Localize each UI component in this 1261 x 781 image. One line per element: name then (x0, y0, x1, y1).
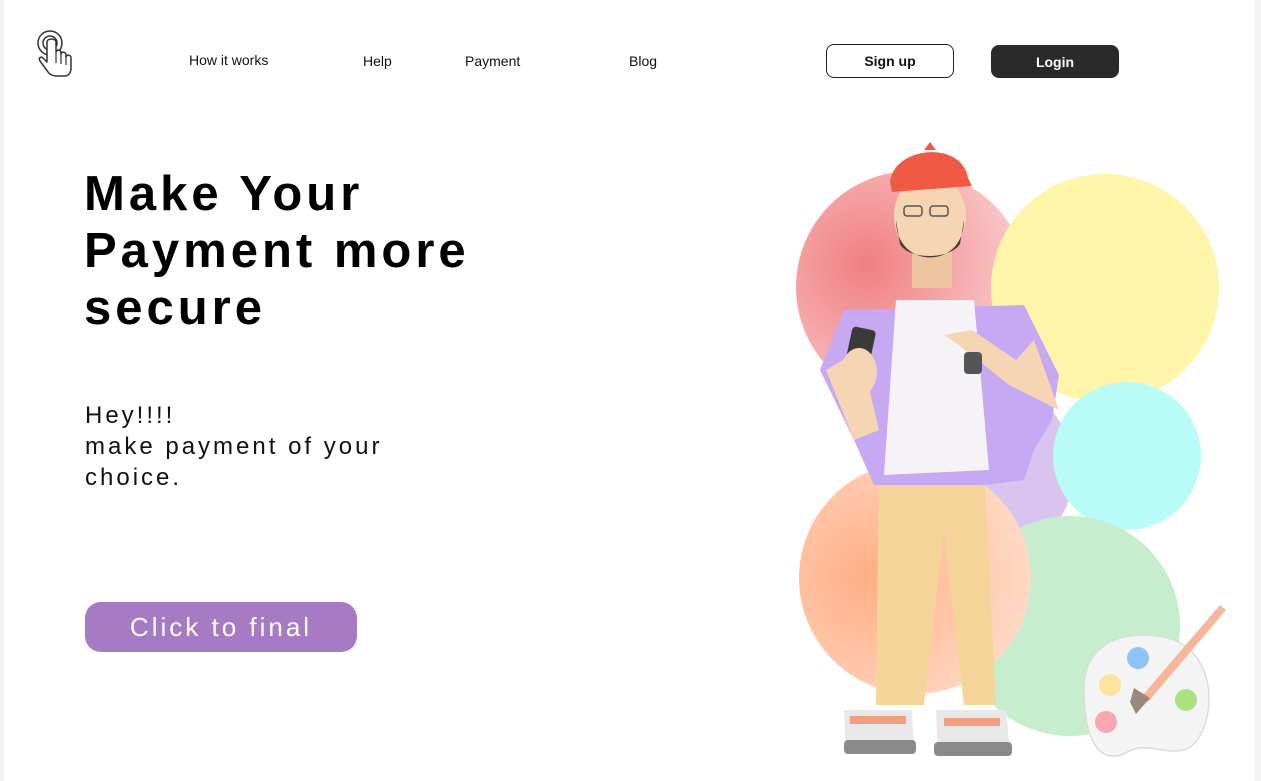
nav-payment[interactable]: Payment (465, 53, 520, 69)
hero-title-line: Make Your (84, 167, 364, 221)
hand-pointer-icon[interactable] (34, 26, 74, 80)
decor-circle-cyan (1053, 382, 1201, 530)
hero-title-line: Payment more (84, 224, 470, 278)
hero-title: Make Your Payment more secure (84, 166, 604, 337)
hero-subtitle: Hey!!!! make payment of your choice. (85, 400, 505, 493)
landing-page: How it works Help Payment Blog Sign up L… (4, 0, 1255, 781)
hero-illustration (784, 140, 1244, 770)
nav-help[interactable]: Help (363, 53, 392, 69)
hero-subtitle-line: make payment of your (85, 433, 383, 460)
signup-button[interactable]: Sign up (826, 44, 954, 78)
hero-subtitle-line: choice. (85, 464, 183, 491)
nav-how-it-works[interactable]: How it works (189, 52, 268, 68)
hero-title-line: secure (84, 281, 267, 335)
nav-blog[interactable]: Blog (629, 53, 657, 69)
cta-button[interactable]: Click to final (85, 602, 357, 652)
hero-subtitle-line: Hey!!!! (85, 402, 176, 429)
login-button[interactable]: Login (991, 45, 1119, 78)
